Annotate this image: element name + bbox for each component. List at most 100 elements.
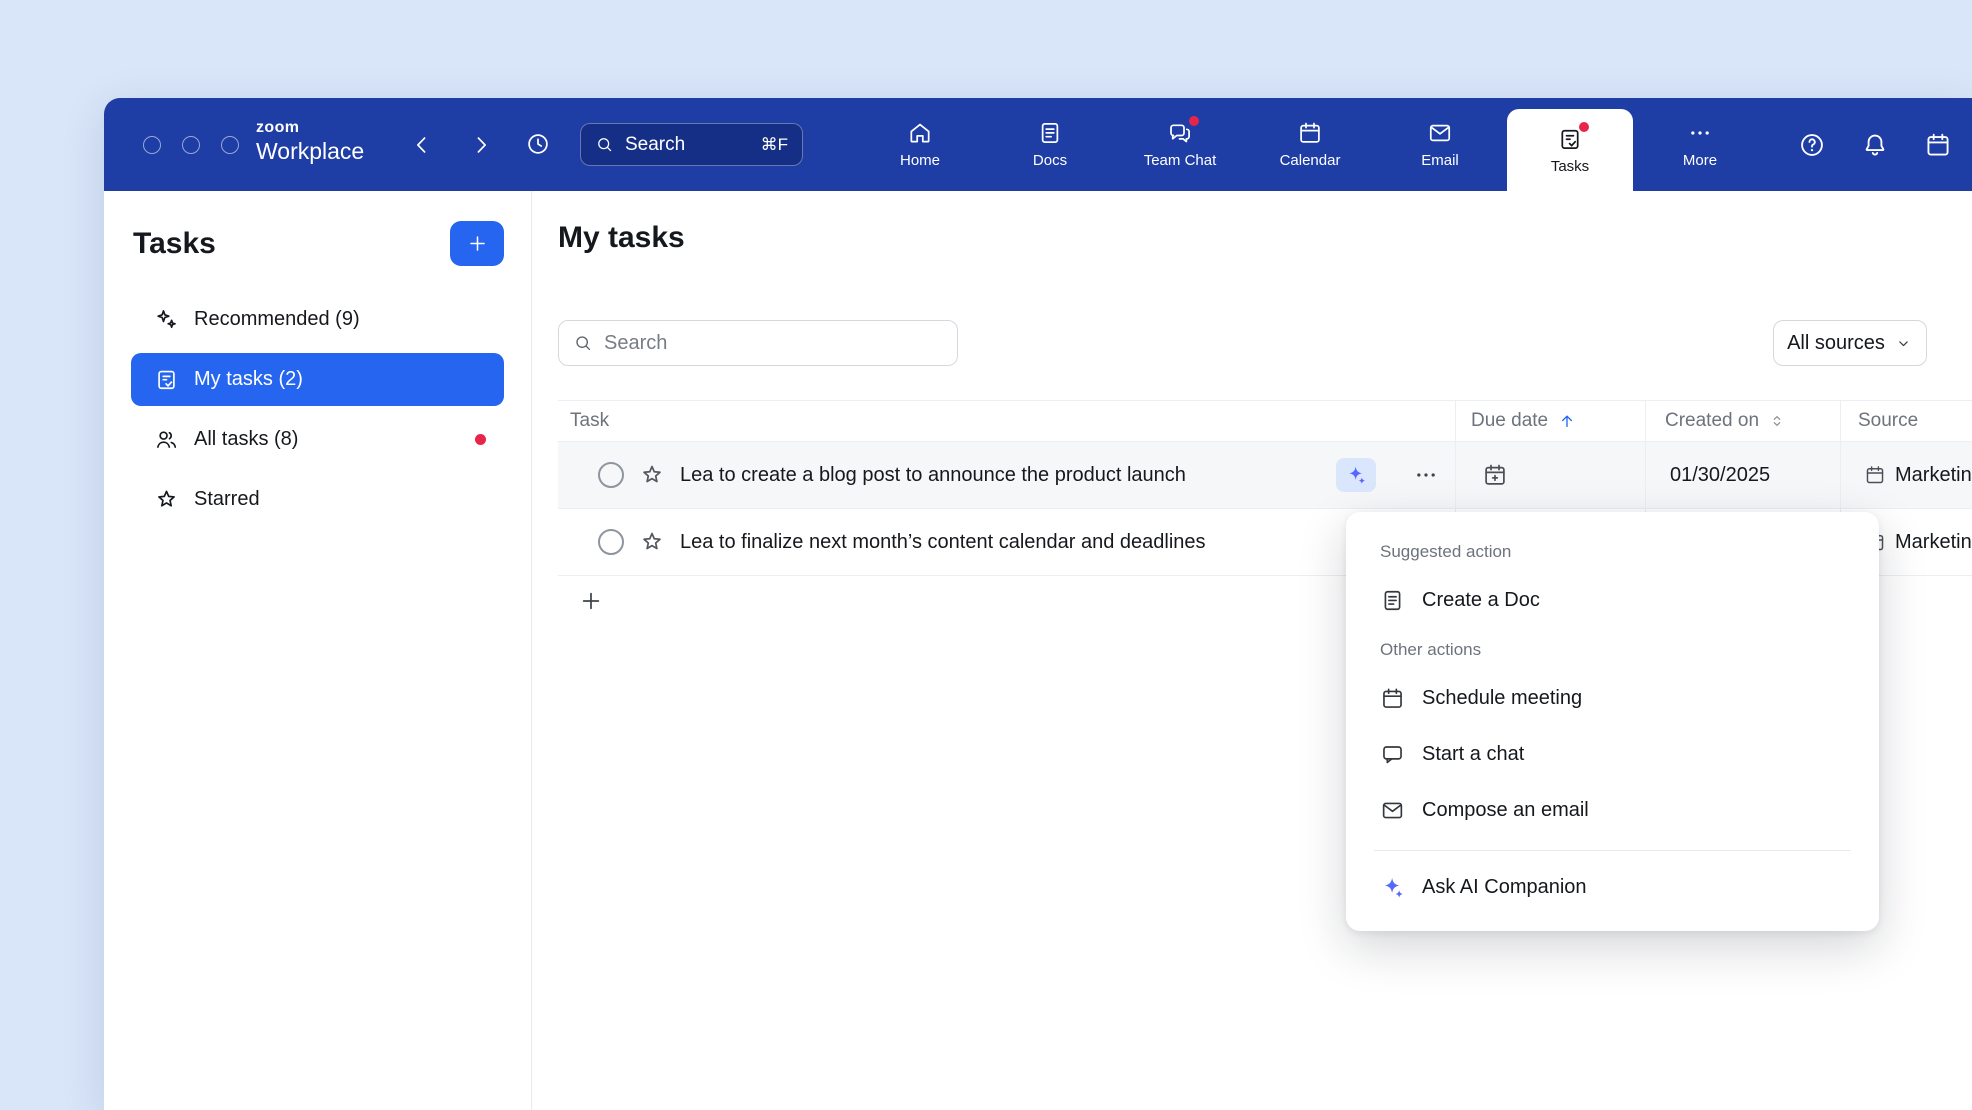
menu-item-ask-ai-companion[interactable]: Ask AI Companion <box>1346 859 1879 915</box>
add-task-button[interactable] <box>578 588 604 614</box>
task-complete-radio[interactable] <box>598 462 624 488</box>
global-search[interactable]: Search ⌘F <box>580 123 803 166</box>
menu-item-label: Schedule meeting <box>1422 687 1582 710</box>
due-date-cell <box>1455 442 1645 508</box>
window-control-circle[interactable] <box>182 136 200 154</box>
menu-item-label: Ask AI Companion <box>1422 876 1587 899</box>
team-chat-notification-dot <box>1189 116 1199 126</box>
calendar-icon <box>1297 120 1323 146</box>
titlebar: zoom Workplace Search ⌘F Home Docs Team … <box>104 98 1972 191</box>
nav-calendar[interactable]: Calendar <box>1247 98 1373 191</box>
menu-divider <box>1374 850 1851 851</box>
new-task-button[interactable] <box>450 221 504 266</box>
star-task-icon[interactable] <box>639 529 665 555</box>
sidebar-item-recommended[interactable]: Recommended (9) <box>131 293 504 346</box>
calendar-icon <box>1380 686 1405 711</box>
source-value: Marketing <box>1895 464 1972 487</box>
menu-section-label: Suggested action <box>1346 530 1879 572</box>
app-window: zoom Workplace Search ⌘F Home Docs Team … <box>104 98 1972 1110</box>
nav-tasks-label: Tasks <box>1551 158 1589 175</box>
task-complete-radio[interactable] <box>598 529 624 555</box>
column-header-task[interactable]: Task <box>558 401 1455 441</box>
help-icon <box>1798 131 1826 159</box>
my-tasks-icon <box>154 367 179 392</box>
more-icon <box>1687 120 1713 146</box>
my-tasks-panel: My tasks All sources Task Due date Creat… <box>532 191 1972 1110</box>
calendar-panel-button[interactable] <box>1924 131 1952 159</box>
nav-calendar-label: Calendar <box>1280 152 1341 169</box>
ai-sparkle-icon <box>1380 875 1405 900</box>
created-on-cell: 01/30/2025 <box>1645 442 1840 508</box>
bell-icon <box>1861 131 1889 159</box>
source-cell: Marketing <box>1840 442 1972 508</box>
history-button[interactable] <box>523 129 553 159</box>
forward-button[interactable] <box>466 130 496 160</box>
column-header-created-on[interactable]: Created on <box>1645 401 1840 441</box>
column-header-due-date[interactable]: Due date <box>1455 401 1645 441</box>
nav-docs[interactable]: Docs <box>987 98 1113 191</box>
task-row[interactable]: Lea to create a blog post to announce th… <box>558 442 1972 509</box>
nav-email-label: Email <box>1421 152 1459 169</box>
logo-zoom-text: zoom <box>256 119 364 137</box>
column-header-source[interactable]: Source <box>1840 401 1972 441</box>
notifications-button[interactable] <box>1861 131 1889 159</box>
sidebar-item-my-tasks[interactable]: My tasks (2) <box>131 353 504 406</box>
sidebar-header: Tasks <box>104 191 531 266</box>
sort-toggle-icon[interactable] <box>1768 412 1786 430</box>
menu-section-label: Other actions <box>1346 628 1879 670</box>
page-title: My tasks <box>558 221 685 255</box>
sidebar-item-label: All tasks (8) <box>194 428 298 451</box>
window-body: Tasks Recommended (9) My tasks (2) All t… <box>104 191 1972 1110</box>
nav-tasks[interactable]: Tasks <box>1507 109 1633 191</box>
sort-ascending-icon[interactable] <box>1557 411 1577 431</box>
add-due-date-button[interactable] <box>1482 462 1508 488</box>
source-calendar-icon <box>1864 464 1886 486</box>
sidebar-item-starred[interactable]: Starred <box>131 473 504 526</box>
menu-item-create-a-doc[interactable]: Create a Doc <box>1346 572 1879 628</box>
window-controls <box>143 136 239 154</box>
nav-email[interactable]: Email <box>1377 98 1503 191</box>
nav-more-label: More <box>1683 152 1717 169</box>
tasks-search[interactable] <box>558 320 958 366</box>
search-icon <box>573 333 593 353</box>
task-cell: Lea to create a blog post to announce th… <box>558 442 1455 508</box>
ai-companion-actions-button[interactable] <box>1336 458 1376 492</box>
search-icon <box>595 135 614 154</box>
task-title: Lea to finalize next month’s content cal… <box>680 531 1206 554</box>
search-shortcut-hint: ⌘F <box>761 135 788 155</box>
window-control-circle[interactable] <box>143 136 161 154</box>
history-icon <box>525 131 551 157</box>
ai-sparkle-icon <box>1345 464 1367 486</box>
email-icon <box>1427 120 1453 146</box>
sidebar-title: Tasks <box>133 227 216 261</box>
nav-more[interactable]: More <box>1637 98 1763 191</box>
sidebar-list: Recommended (9) My tasks (2) All tasks (… <box>104 293 531 526</box>
nav-home[interactable]: Home <box>857 98 983 191</box>
window-control-circle[interactable] <box>221 136 239 154</box>
source-value: Marketing <box>1895 531 1972 554</box>
sidebar-item-label: My tasks (2) <box>194 368 303 391</box>
chat-bubble-icon <box>1380 742 1405 767</box>
task-cell: Lea to finalize next month’s content cal… <box>558 509 1455 575</box>
zoom-workplace-logo: zoom Workplace <box>256 119 364 164</box>
global-search-placeholder: Search <box>625 134 750 156</box>
task-more-button[interactable] <box>1413 462 1439 488</box>
top-nav: Home Docs Team Chat Calendar Email Tasks <box>855 98 1765 191</box>
sidebar-item-all-tasks[interactable]: All tasks (8) <box>131 413 504 466</box>
tasks-search-input[interactable] <box>604 332 943 355</box>
table-header-row: Task Due date Created on Source <box>558 400 1972 442</box>
sources-filter-dropdown[interactable]: All sources <box>1773 320 1927 366</box>
menu-item-compose-an-email[interactable]: Compose an email <box>1346 782 1879 838</box>
sidebar-item-label: Starred <box>194 488 260 511</box>
tasks-notification-dot <box>1579 122 1589 132</box>
sources-filter-label: All sources <box>1787 332 1885 355</box>
menu-item-schedule-meeting[interactable]: Schedule meeting <box>1346 670 1879 726</box>
nav-docs-label: Docs <box>1033 152 1067 169</box>
menu-item-start-a-chat[interactable]: Start a chat <box>1346 726 1879 782</box>
back-button[interactable] <box>407 130 437 160</box>
docs-icon <box>1037 120 1063 146</box>
star-task-icon[interactable] <box>639 462 665 488</box>
help-button[interactable] <box>1798 131 1826 159</box>
nav-team-chat[interactable]: Team Chat <box>1117 98 1243 191</box>
home-icon <box>907 120 933 146</box>
